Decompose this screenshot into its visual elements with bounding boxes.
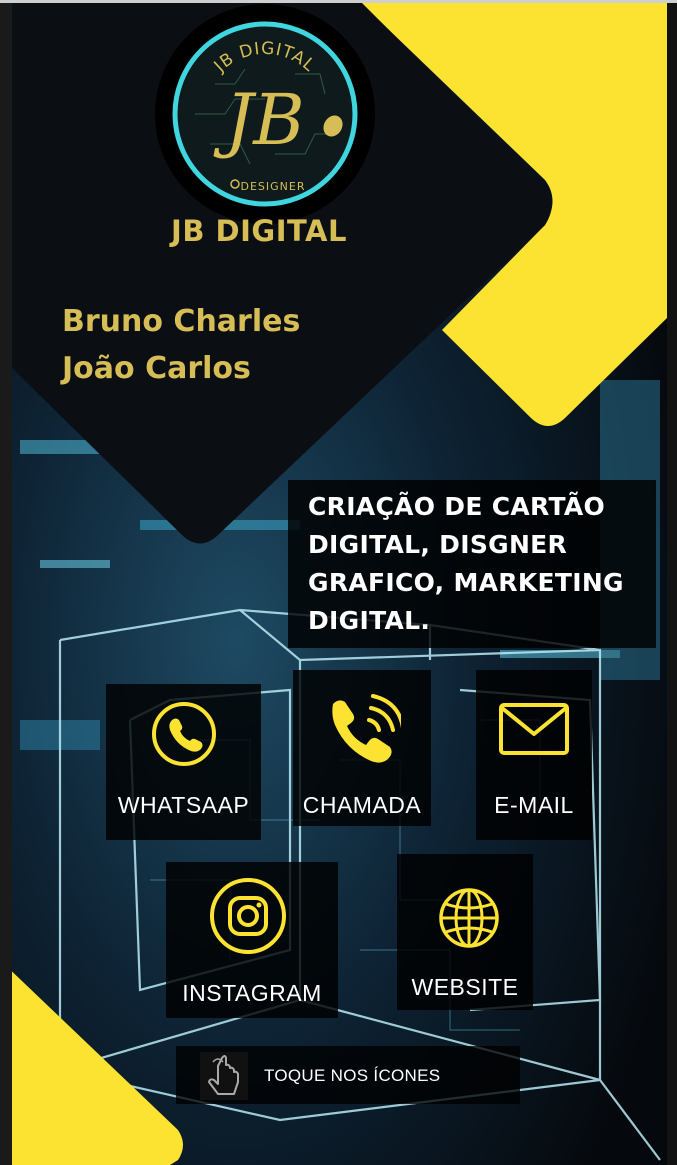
services-tagline: CRIAÇÃO DE CARTÃO DIGITAL, DISGNER GRAFI… (288, 480, 656, 648)
mail-icon (499, 703, 569, 755)
logo-ring-text-bottom: DESIGNER (241, 180, 306, 193)
brand-name: JB DIGITAL (171, 214, 347, 248)
tap-icons-hint[interactable]: TOQUE NOS ÍCONES (176, 1046, 520, 1104)
tagline-line: DIGITAL. (308, 606, 431, 635)
instagram-button[interactable]: INSTAGRAM (166, 862, 338, 1018)
website-label: WEBSITE (411, 974, 519, 1000)
website-button[interactable]: WEBSITE (397, 854, 533, 1010)
email-label: E-MAIL (494, 792, 574, 818)
logo-monogram: JB (213, 79, 305, 161)
left-frame-border (0, 0, 12, 1165)
digital-business-card: JB DIGITAL JB DESIGNER JB DIGITAL Bruno … (0, 0, 677, 1165)
whatsapp-icon (152, 702, 216, 766)
whatsapp-label: WHATSAAP (117, 792, 250, 818)
whatsapp-button[interactable]: WHATSAAP (106, 684, 261, 840)
brand-logo: JB DIGITAL JB DESIGNER (155, 4, 375, 224)
tap-icons-hint-label: TOQUE NOS ÍCONES (264, 1066, 441, 1085)
person-name-2: João Carlos (62, 351, 251, 386)
top-frame-border (0, 0, 677, 3)
call-button[interactable]: CHAMADA (293, 670, 431, 826)
hand-icon-box (200, 1052, 248, 1100)
globe-icon (439, 888, 499, 948)
email-button[interactable]: E-MAIL (476, 670, 592, 840)
tagline-line: DIGITAL, DISGNER (308, 530, 568, 559)
tagline-line: CRIAÇÃO DE CARTÃO (308, 492, 606, 521)
instagram-icon (210, 878, 286, 954)
person-name-1: Bruno Charles (62, 304, 301, 339)
phone-icon (332, 694, 401, 763)
instagram-label: INSTAGRAM (182, 980, 322, 1006)
tap-hand-icon (208, 1055, 239, 1095)
right-frame-border (667, 0, 677, 1165)
call-label: CHAMADA (302, 792, 422, 818)
tagline-line: GRAFICO, MARKETING (308, 568, 624, 597)
